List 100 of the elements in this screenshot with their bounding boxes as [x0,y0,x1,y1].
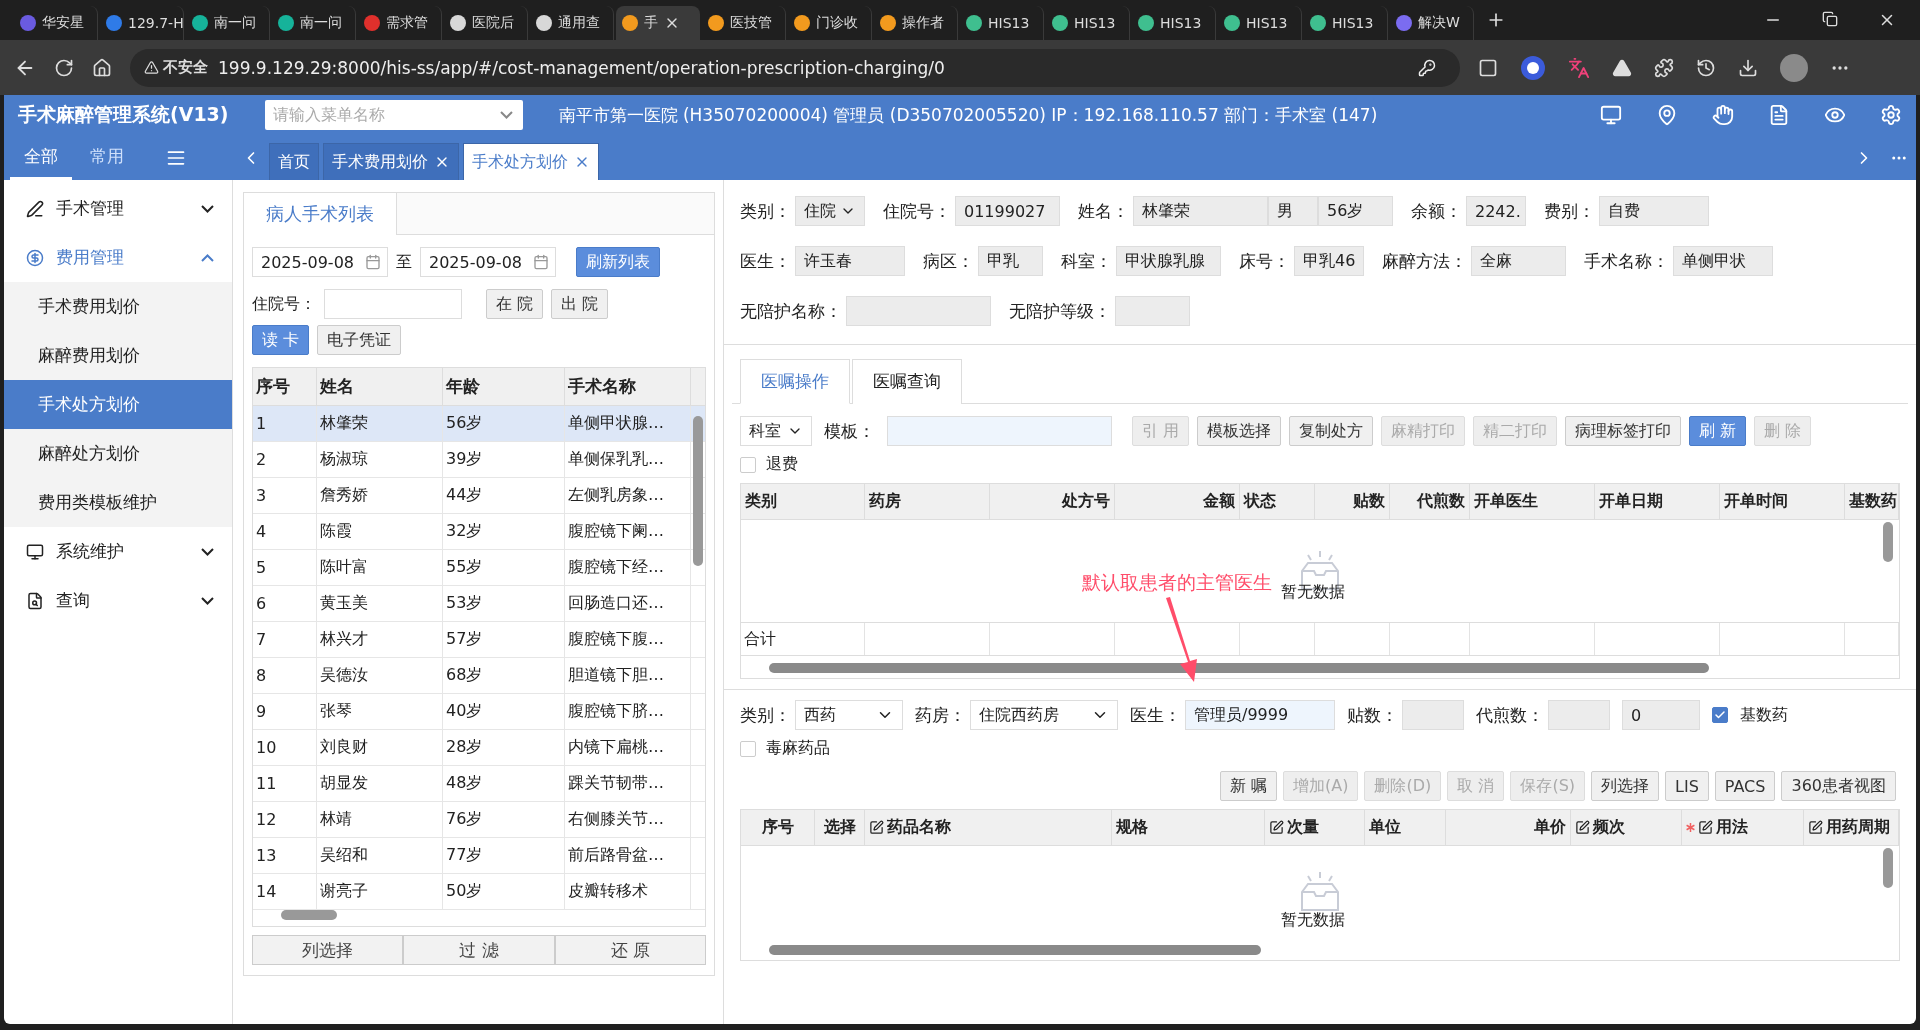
scrollbar-thumb[interactable] [769,663,1709,673]
toolbar-button[interactable]: 模板选择 [1197,416,1282,446]
sidebar-item[interactable]: 手术管理 [4,184,232,233]
sidebar-item[interactable]: 系统维护 [4,527,232,576]
order-button[interactable]: 新 嘱 [1219,771,1278,801]
column-header[interactable]: 类别 [741,484,865,519]
column-header[interactable]: 开单日期 [1595,484,1720,519]
patient-row[interactable]: 12 林靖 76岁 右侧膝关节… [253,802,705,838]
page-tab[interactable]: 手术处方划价 [463,143,599,180]
column-header[interactable]: 状态 [1240,484,1315,519]
extension-icon[interactable] [1612,57,1632,78]
template-field[interactable] [887,416,1112,446]
column-header[interactable]: 选择 [815,810,865,845]
scrollbar-thumb[interactable] [1883,848,1893,888]
toolbar-button[interactable]: 病理标签打印 [1565,416,1682,446]
column-header[interactable]: 基数药 [1845,484,1899,519]
patient-row[interactable]: 9 张琴 40岁 腹腔镜下脐… [253,694,705,730]
key-icon[interactable] [1418,58,1436,77]
order-button[interactable]: 列选择 [1591,771,1660,801]
sidebar-subitem[interactable]: 手术处方划价 [4,380,232,429]
inpatient-number-field[interactable] [324,289,462,319]
scrollbar-thumb[interactable] [693,416,703,566]
column-header[interactable]: 药品名称 [865,810,1112,845]
table-footer-button[interactable]: 还 原 [554,935,706,965]
column-header[interactable]: 序号 [253,368,317,405]
sidebar-subitem[interactable]: 手术费用划价 [4,282,232,331]
card-button[interactable]: 电子凭证 [317,325,402,355]
column-header[interactable]: 规格 [1112,810,1265,845]
nav-tab[interactable]: 全部 [10,135,72,180]
refund-checkbox[interactable] [740,456,756,473]
order-button[interactable]: PACS [1714,771,1776,801]
form-select[interactable]: 西药 [795,700,903,730]
scrollbar-thumb[interactable] [769,945,1261,955]
page-tab[interactable]: 首页 [269,143,319,180]
column-header[interactable]: 处方号 [990,484,1115,519]
extension-icon[interactable] [1478,57,1498,78]
reload-icon[interactable] [54,57,74,78]
page-tab[interactable]: 手术费用划价 [323,143,459,180]
sidebar-subitem[interactable]: 麻醉处方划价 [4,429,232,478]
menu-search-field[interactable]: 请输入菜单名称 [264,100,523,130]
history-icon[interactable] [1696,57,1716,78]
date-from-field[interactable]: 2025-09-08 [252,247,388,277]
monitor-icon[interactable] [1600,104,1622,126]
column-header[interactable]: 年龄 [443,368,565,405]
document-icon[interactable] [1768,104,1790,126]
patient-row[interactable]: 1 林肇荣 56岁 单侧甲状腺… [253,406,705,442]
patient-row[interactable]: 5 陈叶富 55岁 腹腔镜下经… [253,550,705,586]
panel-tab[interactable]: 病人手术列表 [244,193,397,235]
column-header[interactable]: 序号 [741,810,815,845]
patient-row[interactable]: 3 詹秀娇 44岁 左侧乳房象… [253,478,705,514]
settings-icon[interactable] [1880,104,1902,126]
patient-row[interactable]: 10 刘良财 28岁 内镜下扁桃… [253,730,705,766]
scrollbar-thumb[interactable] [1883,522,1893,562]
hand-icon[interactable] [1712,104,1734,126]
table-footer-button[interactable]: 列选择 [252,935,404,965]
patient-row[interactable]: 7 林兴才 57岁 腹腔镜下腹… [253,622,705,658]
order-tab[interactable]: 医嘱操作 [740,359,850,404]
patient-row[interactable]: 4 陈霞 32岁 腹腔镜下阑… [253,514,705,550]
home-icon[interactable] [92,57,112,78]
extensions-icon[interactable] [1654,57,1674,78]
column-header[interactable]: 频次 [1571,810,1682,845]
sidebar-subitem[interactable]: 费用类模板维护 [4,478,232,527]
order-button[interactable]: 360患者视图 [1781,771,1896,801]
toolbar-button[interactable]: 复制处方 [1289,416,1374,446]
patient-row[interactable]: 6 黄玉美 53岁 回肠造口还… [253,586,705,622]
scrollbar-thumb[interactable] [281,910,337,920]
doctor-field[interactable]: 管理员/9999 [1185,700,1335,730]
column-header[interactable]: 药房 [865,484,990,519]
translate-icon[interactable] [1568,56,1590,79]
patient-row[interactable]: 14 谢亮子 50岁 皮瓣转移术 [253,874,705,910]
narcotic-checkbox[interactable] [740,740,756,757]
column-header[interactable]: 用法 [1682,810,1804,845]
table-footer-button[interactable]: 过 滤 [403,935,555,965]
patient-row[interactable]: 11 胡显发 48岁 踝关节韧带… [253,766,705,802]
security-warning[interactable]: 不安全 [144,58,208,77]
column-header[interactable]: 次量 [1265,810,1365,845]
department-select[interactable]: 科室 [740,416,812,446]
filter-button[interactable]: 出 院 [551,289,609,319]
sidebar-item[interactable]: 费用管理 [4,233,232,282]
date-to-field[interactable]: 2025-09-08 [420,247,556,277]
extension-icon[interactable] [1520,54,1546,81]
download-icon[interactable] [1738,57,1758,78]
base-drug-checkbox[interactable] [1712,707,1728,723]
patient-row[interactable]: 2 杨淑琼 39岁 单侧保乳乳… [253,442,705,478]
column-header[interactable]: 手术名称 [565,368,691,405]
order-button[interactable]: LIS [1665,771,1709,801]
pin-icon[interactable] [1656,104,1678,126]
column-header[interactable]: 贴数 [1315,484,1390,519]
sidebar-subitem[interactable]: 麻醉费用划价 [4,331,232,380]
column-header[interactable]: 金额 [1115,484,1240,519]
address-field[interactable]: 不安全 199.9.129.29:8000/his-ss/app/#/cost-management/operation-prescription-charging/0 [130,48,1460,87]
column-header[interactable]: 单位 [1365,810,1446,845]
filter-button[interactable]: 在 院 [486,289,544,319]
profile-avatar[interactable] [1780,53,1808,82]
browser-tab[interactable]: 手 [616,6,700,40]
restore-icon[interactable] [1822,11,1838,27]
column-header[interactable]: 用药周期 [1804,810,1899,845]
column-header[interactable]: 开单医生 [1470,484,1595,519]
patient-row[interactable]: 13 吴绍和 77岁 前后路骨盆… [253,838,705,874]
column-header[interactable]: 代煎数 [1390,484,1470,519]
